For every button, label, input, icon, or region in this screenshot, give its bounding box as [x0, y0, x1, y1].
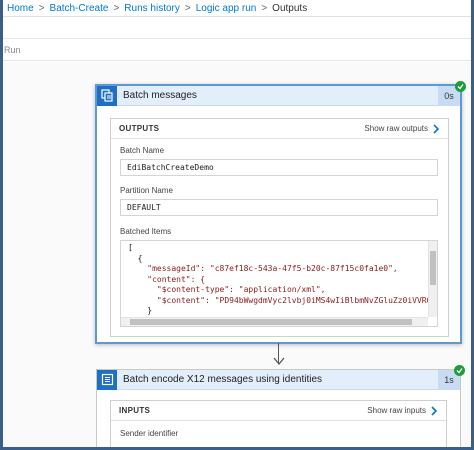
breadcrumb-batch-create[interactable]: Batch-Create	[50, 3, 109, 14]
show-raw-outputs-link[interactable]: Show raw outputs	[364, 124, 428, 133]
batch-messages-card[interactable]: Batch messages 0s OUTPUTS Show raw outpu…	[95, 84, 462, 344]
inputs-panel: INPUTS Show raw inputs Sender identifier	[110, 400, 447, 450]
code-line: "$content": "PD94bWwgdmVyc2lvbj0iMS4wIiB…	[128, 295, 438, 305]
outputs-header: OUTPUTS Show raw outputs	[111, 119, 448, 139]
batched-items-label: Batched Items	[120, 227, 172, 236]
outputs-panel: OUTPUTS Show raw outputs Batch Name EdiB…	[110, 118, 449, 337]
breadcrumb-home[interactable]: Home	[7, 3, 34, 14]
run-header: Run	[3, 39, 471, 61]
show-raw-inputs-link[interactable]: Show raw inputs	[367, 406, 426, 415]
chevron-right-icon[interactable]	[432, 123, 440, 134]
batch-messages-header[interactable]: Batch messages 0s	[97, 85, 460, 106]
batch-name-label: Batch Name	[120, 146, 165, 155]
breadcrumb-separator: >	[38, 2, 45, 14]
batch-messages-title: Batch messages	[123, 90, 197, 101]
batched-items-code[interactable]: [ { "messageId": "c87ef18c-543a-47f5-b20…	[120, 240, 438, 327]
outputs-title: OUTPUTS	[119, 124, 160, 133]
breadcrumb-logic-app-run[interactable]: Logic app run	[196, 3, 257, 14]
breadcrumb-separator: >	[184, 2, 191, 14]
partition-name-field[interactable]: DEFAULT	[120, 199, 438, 216]
success-check-icon	[454, 365, 465, 376]
batch-icon	[97, 85, 117, 106]
batch-encode-title: Batch encode X12 messages using identiti…	[123, 374, 323, 385]
chevron-right-icon[interactable]	[430, 405, 438, 416]
batch-encode-card[interactable]: Batch encode X12 messages using identiti…	[96, 369, 461, 450]
arrow-down-icon	[273, 357, 285, 366]
batch-name-field[interactable]: EdiBatchCreateDemo	[120, 159, 438, 176]
inputs-header: INPUTS Show raw inputs	[111, 401, 446, 421]
horizontal-scrollbar[interactable]	[121, 317, 428, 326]
code-line: }	[128, 306, 153, 315]
breadcrumb-outputs: Outputs	[272, 2, 308, 14]
breadcrumb-separator: >	[261, 2, 268, 14]
breadcrumb-runs-history[interactable]: Runs history	[124, 3, 180, 14]
sender-identifier-label: Sender identifier	[120, 429, 179, 438]
breadcrumb: Home > Batch-Create > Runs history > Log…	[3, 0, 471, 17]
vertical-scrollbar[interactable]	[428, 241, 437, 317]
code-line: {	[128, 253, 143, 263]
run-label: Run	[4, 44, 21, 55]
vertical-scroll-thumb[interactable]	[430, 251, 436, 285]
code-line: "$content-type": "application/xml",	[128, 285, 326, 294]
breadcrumb-separator: >	[113, 2, 120, 14]
code-line: [	[128, 243, 133, 252]
code-line: "messageId": "c87ef18c-543a-47f5-b20c-87…	[128, 264, 398, 273]
success-check-icon	[455, 81, 466, 92]
horizontal-scroll-thumb[interactable]	[130, 319, 412, 325]
batch-encode-header[interactable]: Batch encode X12 messages using identiti…	[97, 369, 460, 390]
inputs-title: INPUTS	[119, 406, 151, 415]
command-bar	[3, 17, 471, 39]
partition-name-label: Partition Name	[120, 186, 173, 195]
encode-icon	[97, 369, 117, 390]
code-line: "content": {	[128, 274, 206, 284]
